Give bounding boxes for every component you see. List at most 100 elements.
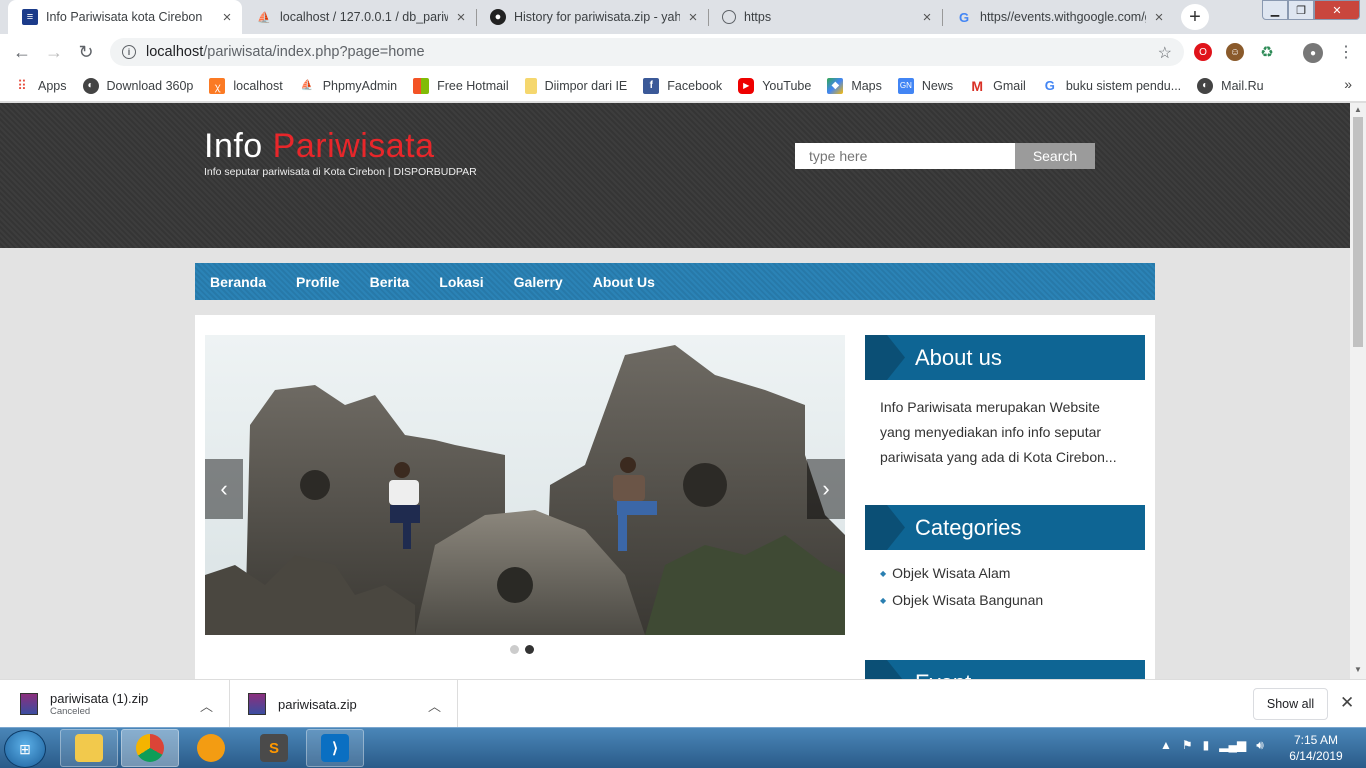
scroll-down-icon[interactable]: ▼: [1354, 665, 1362, 674]
scroll-up-icon[interactable]: ▲: [1354, 105, 1362, 114]
download-item-2[interactable]: pariwisata.zip ︿: [230, 680, 458, 728]
tab-info-pariwisata[interactable]: ≡ Info Pariwisata kota Cirebon ×: [8, 0, 242, 34]
category-label: Objek Wisata Bangunan: [892, 592, 1044, 608]
clock-date: 6/14/2019: [1289, 749, 1343, 763]
bookmark-label: Free Hotmail: [437, 78, 509, 93]
maximize-button[interactable]: ❐: [1288, 0, 1314, 20]
battery-icon[interactable]: ▮: [1203, 738, 1210, 753]
folder-icon: [75, 734, 103, 762]
forward-button[interactable]: →: [42, 40, 66, 64]
bookmark-news[interactable]: GN News: [897, 77, 953, 94]
volume-icon[interactable]: 🔊︎: [1256, 738, 1264, 753]
tab-events-google[interactable]: G https//events.withgoogle.com/g ×: [942, 0, 1174, 34]
profile-avatar[interactable]: ●: [1303, 43, 1323, 63]
nav-about-us[interactable]: About Us: [593, 274, 655, 290]
flag-icon[interactable]: ⚑: [1182, 738, 1193, 753]
site-logo[interactable]: Info Pariwisata: [204, 127, 435, 166]
chevron-decoration-icon: [865, 660, 903, 679]
bookmark-download-360p[interactable]: ◐ Download 360p: [82, 77, 193, 94]
category-label: Objek Wisata Alam: [892, 565, 1011, 581]
tab-phpmyadmin[interactable]: ⛵ localhost / 127.0.0.1 / db_pariwi ×: [242, 0, 476, 34]
more-bookmarks-icon[interactable]: »: [1344, 76, 1352, 92]
slider-next-button[interactable]: ›: [807, 459, 845, 519]
nav-beranda[interactable]: Beranda: [210, 274, 266, 290]
site-tagline: Info seputar pariwisata di Kota Cirebon …: [204, 166, 477, 178]
minimize-button[interactable]: ▁: [1262, 0, 1288, 20]
clock[interactable]: 7:15 AM 6/14/2019: [1280, 732, 1352, 764]
recycle-extension-icon[interactable]: ♻: [1258, 43, 1276, 61]
close-icon[interactable]: ×: [1152, 9, 1166, 26]
chevron-up-icon[interactable]: ︿: [428, 696, 441, 715]
bookmark-label: Mail.Ru: [1221, 78, 1264, 93]
download-item-1[interactable]: pariwisata (1).zip Canceled ︿: [0, 680, 230, 728]
show-all-button[interactable]: Show all: [1253, 688, 1328, 720]
new-tab-button[interactable]: +: [1181, 4, 1209, 30]
start-button[interactable]: ⊞: [4, 730, 46, 768]
event-heading: Event: [865, 660, 1145, 679]
about-us-text: Info Pariwisata merupakan Website yang m…: [880, 399, 1117, 465]
url-host: localhost: [146, 44, 204, 60]
category-item-bangunan[interactable]: ◆ Objek Wisata Bangunan: [880, 592, 1043, 608]
close-icon[interactable]: ×: [920, 9, 934, 26]
close-icon[interactable]: ✕: [1340, 693, 1354, 713]
download-filename: pariwisata.zip: [278, 696, 357, 712]
taskbar-sublime[interactable]: S: [245, 729, 303, 767]
bookmark-localhost[interactable]: ꭓ localhost: [209, 77, 283, 94]
menu-icon[interactable]: ⋮: [1334, 40, 1358, 64]
reload-button[interactable]: ↻: [74, 40, 98, 64]
user-extension-icon[interactable]: ☺: [1226, 43, 1244, 61]
bookmark-star-icon[interactable]: ☆: [1158, 43, 1172, 63]
search-button[interactable]: Search: [1015, 143, 1095, 169]
taskbar-chrome[interactable]: [121, 729, 179, 767]
scrollbar-thumb[interactable]: [1353, 117, 1363, 347]
image-slider[interactable]: ‹ ›: [205, 335, 845, 635]
tab-title: https//events.withgoogle.com/g: [980, 10, 1146, 24]
bookmark-label: Maps: [851, 78, 882, 93]
logo-word-info: Info: [204, 127, 263, 165]
bookmark-phpmyadmin[interactable]: ⛵ PhpmyAdmin: [299, 78, 397, 94]
category-item-alam[interactable]: ◆ Objek Wisata Alam: [880, 565, 1043, 581]
tray-expand-icon[interactable]: ▲: [1160, 738, 1172, 753]
bookmark-apps[interactable]: ⠿ Apps: [14, 78, 66, 94]
bookmark-gmail[interactable]: M Gmail: [969, 78, 1026, 94]
bookmark-diimpor-dari-ie[interactable]: Diimpor dari IE: [524, 77, 627, 94]
bookmark-free-hotmail[interactable]: Free Hotmail: [413, 77, 509, 94]
globe-icon: ◐: [1197, 77, 1214, 94]
slider-prev-button[interactable]: ‹: [205, 459, 243, 519]
slider-dot-1[interactable]: [510, 645, 519, 654]
page-scrollbar[interactable]: ▲ ▼: [1350, 103, 1366, 679]
taskbar-explorer[interactable]: [60, 729, 118, 767]
tab-title: History for pariwisata.zip - yahy: [514, 10, 680, 24]
slider-dot-2[interactable]: [525, 645, 534, 654]
address-bar[interactable]: i localhost/pariwisata/index.php?page=ho…: [110, 38, 1184, 66]
windows-taskbar: ⊞ S ⟩ ▲ ⚑ ▮ ▂▄▆ 🔊︎ 7:15 AM 6/14/2019: [0, 727, 1366, 768]
bookmark-facebook[interactable]: f Facebook: [643, 77, 722, 94]
info-icon[interactable]: i: [122, 45, 136, 59]
tab-title: Info Pariwisata kota Cirebon: [46, 10, 203, 24]
clock-time: 7:15 AM: [1293, 733, 1339, 747]
phpmyadmin-icon: ⛵: [300, 80, 313, 91]
search-input[interactable]: [795, 143, 1015, 169]
window-close-button[interactable]: ✕: [1314, 0, 1360, 20]
close-icon[interactable]: ×: [686, 9, 700, 26]
bookmark-buku-sistem[interactable]: Gbuku sistem pendu...: [1042, 78, 1181, 94]
nav-lokasi[interactable]: Lokasi: [439, 274, 483, 290]
nav-profile[interactable]: Profile: [296, 274, 340, 290]
bookmark-maps[interactable]: ◆ Maps: [827, 77, 882, 94]
network-icon[interactable]: ▂▄▆: [1219, 738, 1246, 753]
bookmark-youtube[interactable]: ▶ YouTube: [738, 77, 811, 94]
close-icon[interactable]: ×: [220, 9, 234, 26]
close-icon[interactable]: ×: [454, 9, 468, 26]
vscode-icon: ⟩: [321, 734, 349, 762]
tab-github-history[interactable]: ● History for pariwisata.zip - yahy ×: [476, 0, 708, 34]
back-button[interactable]: ←: [10, 40, 34, 64]
opera-extension-icon[interactable]: O: [1194, 43, 1212, 61]
nav-galerry[interactable]: Galerry: [514, 274, 563, 290]
taskbar-vscode[interactable]: ⟩: [306, 729, 364, 767]
chevron-up-icon[interactable]: ︿: [200, 696, 213, 715]
tab-https[interactable]: https ×: [708, 0, 942, 34]
taskbar-uc-browser[interactable]: [182, 729, 240, 767]
chevron-decoration-icon: [865, 505, 905, 550]
nav-berita[interactable]: Berita: [370, 274, 410, 290]
bookmark-mail-ru[interactable]: ◐ Mail.Ru: [1197, 77, 1264, 94]
